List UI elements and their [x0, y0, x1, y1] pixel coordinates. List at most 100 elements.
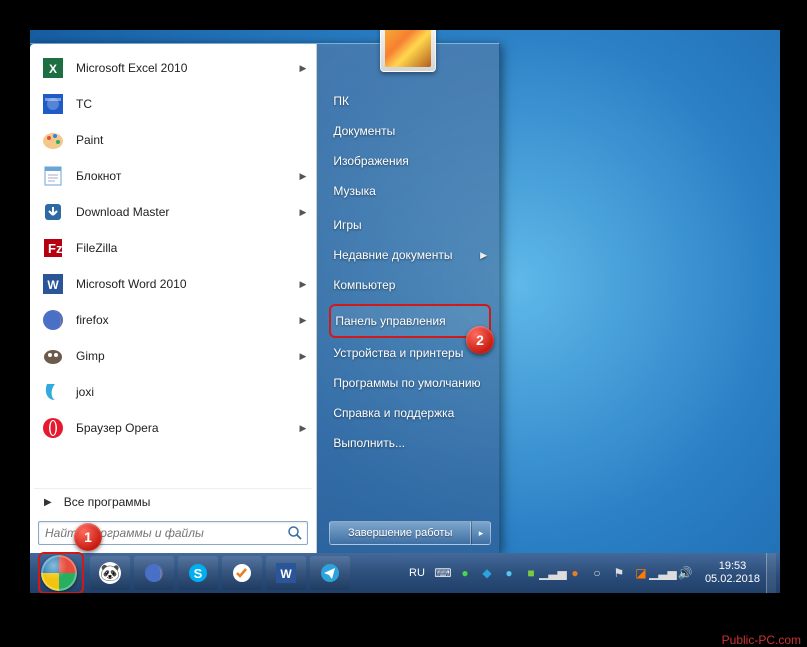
svg-text:X: X — [49, 62, 57, 76]
right-item-user[interactable]: ПК — [329, 86, 491, 116]
flag-icon[interactable]: ⚑ — [611, 565, 627, 581]
download-master-icon — [40, 199, 66, 225]
tray-icon-6[interactable]: ○ — [589, 565, 605, 581]
right-item-music[interactable]: Музыка — [329, 176, 491, 206]
network-icon[interactable]: ▁▃▅ — [545, 565, 561, 581]
item-label: Игры — [333, 218, 361, 232]
item-label: Справка и поддержка — [333, 406, 454, 420]
tray-icon-7[interactable]: ◪ — [633, 565, 649, 581]
svg-text:W: W — [47, 278, 59, 292]
desktop: X Microsoft Excel 2010 ▶ TC Paint Блокно… — [30, 30, 780, 593]
start-menu: X Microsoft Excel 2010 ▶ TC Paint Блокно… — [30, 43, 500, 553]
shutdown-button[interactable]: Завершение работы — [329, 521, 471, 545]
tray-icon-2[interactable]: ◆ — [479, 565, 495, 581]
item-label: Изображения — [333, 154, 408, 168]
user-picture-frame[interactable] — [380, 30, 436, 72]
program-label: joxi — [76, 385, 94, 399]
shutdown-options-button[interactable]: ▸ — [471, 521, 491, 545]
item-label: Компьютер — [333, 278, 395, 292]
callout-2: 2 — [466, 326, 494, 354]
opera-icon — [40, 415, 66, 441]
firefox-icon — [40, 307, 66, 333]
submenu-arrow-icon: ▶ — [299, 315, 306, 326]
program-label: FileZilla — [76, 241, 117, 255]
right-item-games[interactable]: Игры — [329, 210, 491, 240]
taskbar-pinned-word[interactable]: W — [266, 556, 306, 590]
program-label: firefox — [76, 313, 109, 327]
svg-text:S: S — [194, 566, 203, 581]
telegram-icon — [319, 562, 341, 584]
right-item-run[interactable]: Выполнить... — [329, 428, 491, 458]
start-menu-right-pane: ПК Документы Изображения Музыка Игры Нед… — [317, 44, 499, 553]
item-label: Панель управления — [335, 314, 445, 328]
submenu-arrow-icon: ▶ — [299, 171, 306, 182]
svg-text:W: W — [280, 567, 292, 581]
excel-icon: X — [40, 55, 66, 81]
shutdown-row: Завершение работы ▸ — [329, 521, 491, 545]
program-item-filezilla[interactable]: Fz FileZilla — [34, 230, 312, 266]
submenu-arrow-icon: ▶ — [299, 423, 306, 434]
system-tray: RU ⌨ ● ◆ ● ■ ▁▃▅ ● ○ ⚑ ◪ ▁▃▅ 🔊 — [399, 565, 699, 581]
program-label: Браузер Opera — [76, 421, 159, 435]
user-picture-icon — [385, 30, 431, 67]
right-item-default-programs[interactable]: Программы по умолчанию — [329, 368, 491, 398]
word-icon: W — [275, 562, 297, 584]
tray-icon-5[interactable]: ● — [567, 565, 583, 581]
gimp-icon — [40, 343, 66, 369]
right-item-help[interactable]: Справка и поддержка — [329, 398, 491, 428]
right-item-documents[interactable]: Документы — [329, 116, 491, 146]
item-label: Программы по умолчанию — [333, 376, 480, 390]
taskbar-pinned-checkmark[interactable] — [222, 556, 262, 590]
show-desktop-button[interactable] — [766, 553, 776, 593]
tray-icon-4[interactable]: ■ — [523, 565, 539, 581]
taskbar-pinned-firefox[interactable] — [134, 556, 174, 590]
submenu-arrow-icon: ▶ — [480, 250, 487, 261]
program-item-joxi[interactable]: joxi — [34, 374, 312, 410]
network-icon-2[interactable]: ▁▃▅ — [655, 565, 671, 581]
shutdown-label: Завершение работы — [348, 527, 452, 539]
watermark: Public-PC.com — [722, 633, 801, 647]
time-label: 19:53 — [705, 560, 760, 573]
submenu-arrow-icon: ▶ — [299, 63, 306, 74]
program-item-tc[interactable]: TC — [34, 86, 312, 122]
item-label: Документы — [333, 124, 395, 138]
right-item-pictures[interactable]: Изображения — [329, 146, 491, 176]
taskbar-pinned-panda[interactable]: 🐼 — [90, 556, 130, 590]
program-item-opera[interactable]: Браузер Opera ▶ — [34, 410, 312, 446]
right-item-computer[interactable]: Компьютер — [329, 270, 491, 300]
program-label: Блокнот — [76, 169, 121, 183]
program-label: Microsoft Excel 2010 — [76, 61, 187, 75]
program-item-word[interactable]: W Microsoft Word 2010 ▶ — [34, 266, 312, 302]
keyboard-icon[interactable]: ⌨ — [435, 565, 451, 581]
taskbar-pinned-telegram[interactable] — [310, 556, 350, 590]
program-list: X Microsoft Excel 2010 ▶ TC Paint Блокно… — [34, 50, 312, 484]
clock[interactable]: 19:53 05.02.2018 — [699, 560, 766, 585]
taskbar-pinned-skype[interactable]: S — [178, 556, 218, 590]
program-item-excel[interactable]: X Microsoft Excel 2010 ▶ — [34, 50, 312, 86]
tray-icon-1[interactable]: ● — [457, 565, 473, 581]
program-label: Download Master — [76, 205, 169, 219]
program-item-firefox[interactable]: firefox ▶ — [34, 302, 312, 338]
program-item-download-master[interactable]: Download Master ▶ — [34, 194, 312, 230]
program-item-paint[interactable]: Paint — [34, 122, 312, 158]
right-item-recent[interactable]: Недавние документы ▶ — [329, 240, 491, 270]
program-label: Microsoft Word 2010 — [76, 277, 187, 291]
chevron-right-icon: ▸ — [479, 528, 484, 539]
all-programs-button[interactable]: ▶ Все программы — [34, 488, 312, 515]
callout-1: 1 — [74, 523, 102, 551]
tray-icon-3[interactable]: ● — [501, 565, 517, 581]
submenu-arrow-icon: ▶ — [299, 279, 306, 290]
program-item-notepad[interactable]: Блокнот ▶ — [34, 158, 312, 194]
volume-icon[interactable]: 🔊 — [677, 565, 693, 581]
triangle-right-icon: ▶ — [44, 497, 52, 508]
item-label: Недавние документы — [333, 248, 452, 262]
program-label: Paint — [76, 133, 103, 147]
word-icon: W — [40, 271, 66, 297]
panda-icon: 🐼 — [99, 562, 121, 584]
start-button[interactable] — [41, 555, 77, 591]
language-indicator[interactable]: RU — [405, 565, 429, 581]
paint-icon — [40, 127, 66, 153]
submenu-arrow-icon: ▶ — [299, 207, 306, 218]
program-label: Gimp — [76, 349, 105, 363]
program-item-gimp[interactable]: Gimp ▶ — [34, 338, 312, 374]
